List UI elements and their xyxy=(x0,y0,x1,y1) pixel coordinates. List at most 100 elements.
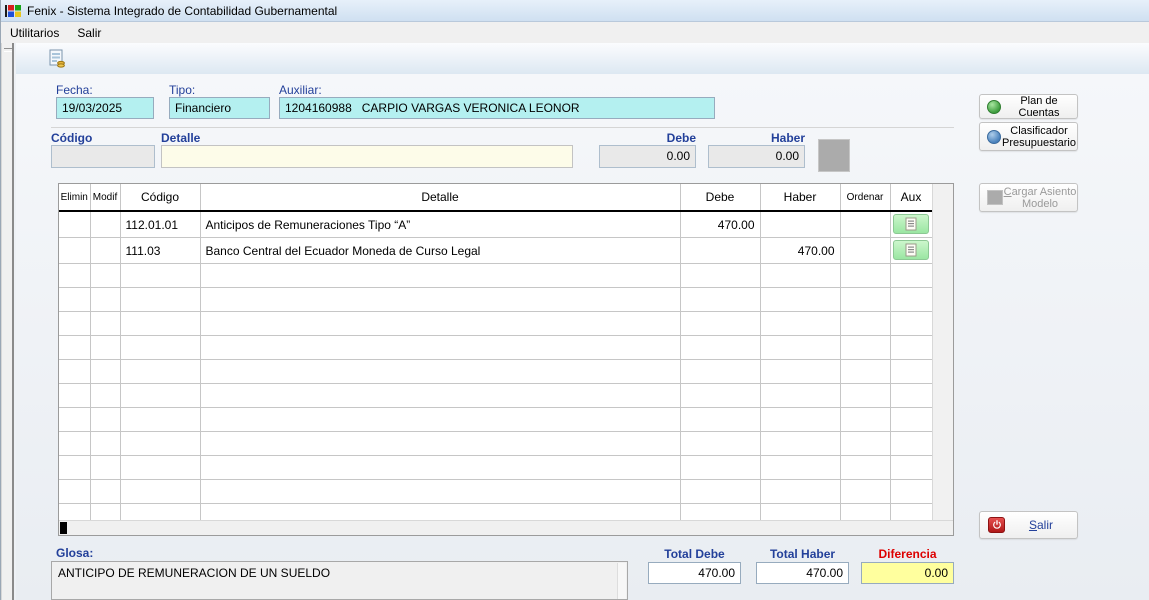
fecha-field[interactable]: 19/03/2025 xyxy=(56,97,154,119)
table-row xyxy=(59,264,932,288)
cell-aux xyxy=(890,264,932,288)
cell-detalle xyxy=(200,456,680,480)
cell-modif xyxy=(90,288,120,312)
cell-detalle xyxy=(200,432,680,456)
cell-modif xyxy=(90,456,120,480)
aux-button[interactable] xyxy=(893,214,929,234)
cell-aux[interactable] xyxy=(890,238,932,264)
app-window: Fenix - Sistema Integrado de Contabilida… xyxy=(0,0,1149,600)
gray-square-icon xyxy=(987,190,1003,205)
col-header-aux: Aux xyxy=(890,184,932,211)
cell-debe[interactable] xyxy=(680,238,760,264)
cell-codigo xyxy=(120,360,200,384)
col-header-modif: Modif xyxy=(90,184,120,211)
cell-codigo xyxy=(120,432,200,456)
table-row[interactable]: 111.03Banco Central del Ecuador Moneda d… xyxy=(59,238,932,264)
glosa-label: Glosa: xyxy=(56,546,93,560)
tipo-field[interactable]: Financiero xyxy=(169,97,270,119)
cell-modif xyxy=(90,264,120,288)
cell-detalle xyxy=(200,360,680,384)
table-row xyxy=(59,456,932,480)
cell-elimin xyxy=(59,456,90,480)
col-header-elimin: Elimin xyxy=(59,184,90,211)
cell-codigo xyxy=(120,456,200,480)
menu-salir[interactable]: Salir xyxy=(68,24,110,42)
left-splitter-panel[interactable] xyxy=(1,43,14,600)
codigo-input[interactable] xyxy=(51,145,155,168)
cell-debe[interactable]: 470.00 xyxy=(680,211,760,238)
grid-vertical-scrollbar[interactable] xyxy=(932,184,953,520)
cell-elimin xyxy=(59,408,90,432)
col-header-debe: Debe xyxy=(680,184,760,211)
table-row xyxy=(59,384,932,408)
total-debe-field: 470.00 xyxy=(648,562,741,584)
cell-aux[interactable] xyxy=(890,211,932,238)
cell-ordenar[interactable] xyxy=(840,211,890,238)
cell-modif xyxy=(90,384,120,408)
plan-de-cuentas-button[interactable]: Plan de Cuentas xyxy=(979,94,1078,119)
cell-ordenar[interactable] xyxy=(840,238,890,264)
blue-sphere-icon xyxy=(987,130,1001,144)
cargar-asiento-modelo-button[interactable]: Cargar Asiento Modelo xyxy=(979,183,1078,212)
haber-input[interactable]: 0.00 xyxy=(708,145,805,168)
detalle-label: Detalle xyxy=(161,131,200,145)
cell-elimin xyxy=(59,360,90,384)
clasificador-presupuestario-button[interactable]: Clasificador Presupuestario xyxy=(979,122,1078,151)
add-line-button[interactable] xyxy=(818,139,850,172)
cell-detalle[interactable]: Anticipos de Remuneraciones Tipo “A” xyxy=(200,211,680,238)
new-entry-button[interactable] xyxy=(45,47,69,71)
cell-codigo[interactable]: 111.03 xyxy=(120,238,200,264)
debe-input[interactable]: 0.00 xyxy=(599,145,696,168)
cell-debe xyxy=(680,384,760,408)
cell-ordenar xyxy=(840,336,890,360)
cell-codigo xyxy=(120,480,200,504)
cell-aux xyxy=(890,432,932,456)
cell-debe xyxy=(680,264,760,288)
cell-codigo[interactable]: 112.01.01 xyxy=(120,211,200,238)
cell-detalle xyxy=(200,288,680,312)
salir-button[interactable]: Salir xyxy=(979,511,1078,539)
cell-aux xyxy=(890,456,932,480)
windows-logo-icon xyxy=(5,4,21,18)
cell-elimin xyxy=(59,384,90,408)
menu-utilitarios[interactable]: Utilitarios xyxy=(1,24,68,42)
cell-elimin[interactable] xyxy=(59,211,90,238)
cell-elimin[interactable] xyxy=(59,238,90,264)
detalle-input[interactable] xyxy=(161,145,573,168)
window-title: Fenix - Sistema Integrado de Contabilida… xyxy=(27,4,337,18)
splitter-grip xyxy=(4,48,12,52)
glosa-textarea[interactable]: ANTICIPO DE REMUNERACION DE UN SUELDO xyxy=(51,561,628,600)
cell-modif xyxy=(90,408,120,432)
table-row xyxy=(59,408,932,432)
glosa-scrollbar[interactable] xyxy=(617,563,626,599)
cell-detalle xyxy=(200,384,680,408)
col-header-ordenar: Ordenar xyxy=(840,184,890,211)
cell-elimin xyxy=(59,288,90,312)
document-coins-icon xyxy=(47,49,67,69)
aux-button[interactable] xyxy=(893,240,929,260)
debe-label: Debe xyxy=(599,131,696,145)
cell-haber[interactable] xyxy=(760,211,840,238)
cell-detalle xyxy=(200,408,680,432)
cell-aux xyxy=(890,408,932,432)
table-row xyxy=(59,288,932,312)
cell-modif[interactable] xyxy=(90,238,120,264)
cell-modif[interactable] xyxy=(90,211,120,238)
cell-codigo xyxy=(120,312,200,336)
auxiliar-field[interactable]: 1204160988 CARPIO VARGAS VERONICA LEONOR xyxy=(279,97,715,119)
power-icon xyxy=(988,517,1005,533)
table-row[interactable]: 112.01.01Anticipos de Remuneraciones Tip… xyxy=(59,211,932,238)
cell-aux xyxy=(890,336,932,360)
table-row xyxy=(59,432,932,456)
scrollbar-thumb[interactable] xyxy=(60,522,67,534)
cell-detalle[interactable]: Banco Central del Ecuador Moneda de Curs… xyxy=(200,238,680,264)
cell-aux xyxy=(890,360,932,384)
cell-haber xyxy=(760,264,840,288)
col-header-codigo: Código xyxy=(120,184,200,211)
cell-codigo xyxy=(120,264,200,288)
cell-aux xyxy=(890,384,932,408)
grid-horizontal-scrollbar[interactable] xyxy=(59,520,953,535)
cell-haber[interactable]: 470.00 xyxy=(760,238,840,264)
cell-haber xyxy=(760,480,840,504)
cell-codigo xyxy=(120,408,200,432)
